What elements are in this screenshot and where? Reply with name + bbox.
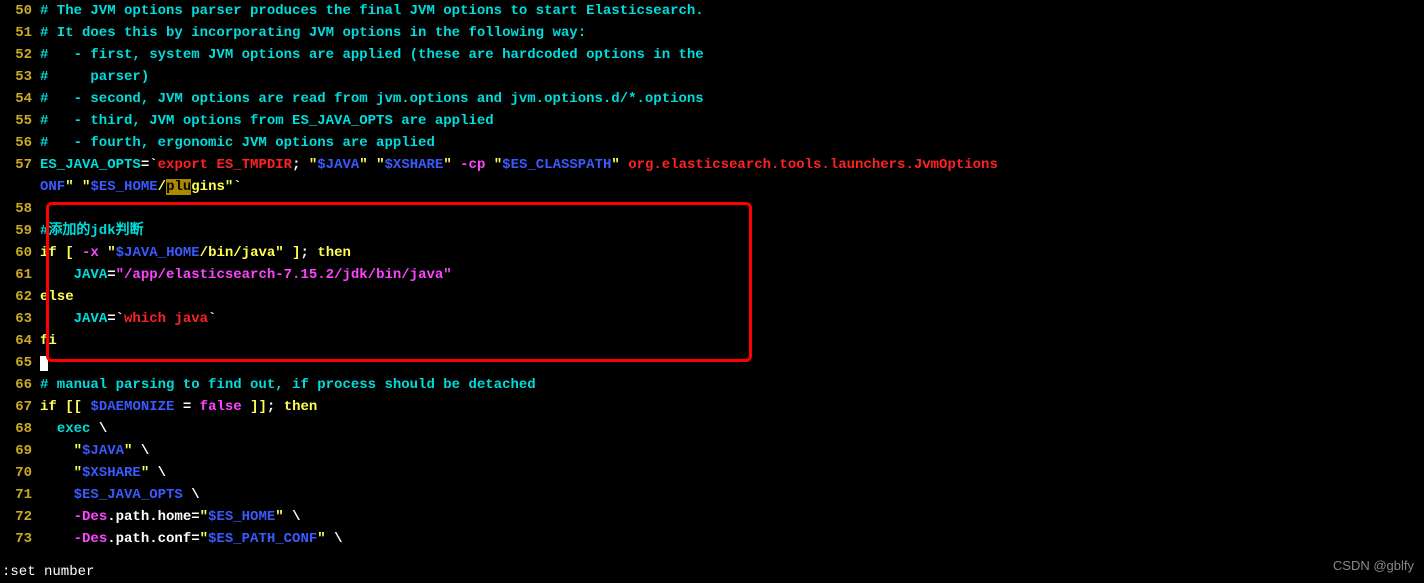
line-number: 51 (0, 22, 40, 44)
code-content[interactable]: #添加的jdk判断 (40, 220, 1424, 242)
code-content[interactable]: -Des.path.conf="$ES_PATH_CONF" \ (40, 528, 1424, 550)
code-content[interactable]: # - third, JVM options from ES_JAVA_OPTS… (40, 110, 1424, 132)
line-number: 58 (0, 198, 40, 220)
code-content[interactable]: # parser) (40, 66, 1424, 88)
code-line[interactable]: 52# - first, system JVM options are appl… (0, 44, 1424, 66)
line-number: 65 (0, 352, 40, 374)
code-content[interactable]: # manual parsing to find out, if process… (40, 374, 1424, 396)
code-editor[interactable]: 50# The JVM options parser produces the … (0, 0, 1424, 550)
code-line[interactable]: 53# parser) (0, 66, 1424, 88)
code-line[interactable]: 58 (0, 198, 1424, 220)
code-line[interactable]: 71 $ES_JAVA_OPTS \ (0, 484, 1424, 506)
code-content[interactable]: exec \ (40, 418, 1424, 440)
line-number: 63 (0, 308, 40, 330)
line-number: 73 (0, 528, 40, 550)
code-content[interactable]: # - second, JVM options are read from jv… (40, 88, 1424, 110)
vim-status-line: :set number (0, 561, 94, 583)
code-line[interactable]: 65 (0, 352, 1424, 374)
code-content[interactable]: fi (40, 330, 1424, 352)
code-content[interactable]: "$XSHARE" \ (40, 462, 1424, 484)
line-number: 69 (0, 440, 40, 462)
code-content[interactable]: # - fourth, ergonomic JVM options are ap… (40, 132, 1424, 154)
code-line[interactable]: 50# The JVM options parser produces the … (0, 0, 1424, 22)
line-number: 60 (0, 242, 40, 264)
line-number: 53 (0, 66, 40, 88)
code-content[interactable]: # The JVM options parser produces the fi… (40, 0, 1424, 22)
code-line[interactable]: 54# - second, JVM options are read from … (0, 88, 1424, 110)
line-number: 57 (0, 154, 40, 176)
code-content[interactable]: ES_JAVA_OPTS=`export ES_TMPDIR; "$JAVA" … (40, 154, 1424, 176)
code-line[interactable]: 63 JAVA=`which java` (0, 308, 1424, 330)
code-content[interactable]: # - first, system JVM options are applie… (40, 44, 1424, 66)
code-line[interactable]: ONF" "$ES_HOME/plugins"` (0, 176, 1424, 198)
line-number: 71 (0, 484, 40, 506)
code-content[interactable]: if [[ $DAEMONIZE = false ]]; then (40, 396, 1424, 418)
watermark: CSDN @gblfy (1333, 555, 1414, 577)
line-number: 64 (0, 330, 40, 352)
line-number: 67 (0, 396, 40, 418)
code-line[interactable]: 69 "$JAVA" \ (0, 440, 1424, 462)
code-line[interactable]: 61 JAVA="/app/elasticsearch-7.15.2/jdk/b… (0, 264, 1424, 286)
line-number: 59 (0, 220, 40, 242)
line-number: 68 (0, 418, 40, 440)
line-number: 55 (0, 110, 40, 132)
code-line[interactable]: 70 "$XSHARE" \ (0, 462, 1424, 484)
code-line[interactable]: 67if [[ $DAEMONIZE = false ]]; then (0, 396, 1424, 418)
code-content[interactable]: if [ -x "$JAVA_HOME/bin/java" ]; then (40, 242, 1424, 264)
code-line[interactable]: 72 -Des.path.home="$ES_HOME" \ (0, 506, 1424, 528)
line-number: 56 (0, 132, 40, 154)
code-content[interactable]: "$JAVA" \ (40, 440, 1424, 462)
line-number: 61 (0, 264, 40, 286)
code-line[interactable]: 60if [ -x "$JAVA_HOME/bin/java" ]; then (0, 242, 1424, 264)
code-line[interactable]: 73 -Des.path.conf="$ES_PATH_CONF" \ (0, 528, 1424, 550)
code-content[interactable]: JAVA="/app/elasticsearch-7.15.2/jdk/bin/… (40, 264, 1424, 286)
code-content[interactable]: # It does this by incorporating JVM opti… (40, 22, 1424, 44)
code-line[interactable]: 64fi (0, 330, 1424, 352)
code-line[interactable]: 51# It does this by incorporating JVM op… (0, 22, 1424, 44)
code-line[interactable]: 55# - third, JVM options from ES_JAVA_OP… (0, 110, 1424, 132)
code-line[interactable]: 59#添加的jdk判断 (0, 220, 1424, 242)
code-content[interactable] (40, 352, 1424, 374)
line-number: 52 (0, 44, 40, 66)
code-line[interactable]: 56# - fourth, ergonomic JVM options are … (0, 132, 1424, 154)
line-number: 66 (0, 374, 40, 396)
code-line[interactable]: 57ES_JAVA_OPTS=`export ES_TMPDIR; "$JAVA… (0, 154, 1424, 176)
line-number: 72 (0, 506, 40, 528)
line-number: 70 (0, 462, 40, 484)
code-content[interactable]: -Des.path.home="$ES_HOME" \ (40, 506, 1424, 528)
line-number: 54 (0, 88, 40, 110)
code-content[interactable]: else (40, 286, 1424, 308)
code-content[interactable]: $ES_JAVA_OPTS \ (40, 484, 1424, 506)
code-line[interactable]: 68 exec \ (0, 418, 1424, 440)
line-number: 50 (0, 0, 40, 22)
code-line[interactable]: 62else (0, 286, 1424, 308)
line-number: 62 (0, 286, 40, 308)
code-content[interactable]: JAVA=`which java` (40, 308, 1424, 330)
code-line[interactable]: 66# manual parsing to find out, if proce… (0, 374, 1424, 396)
code-content[interactable]: ONF" "$ES_HOME/plugins"` (40, 176, 1424, 198)
